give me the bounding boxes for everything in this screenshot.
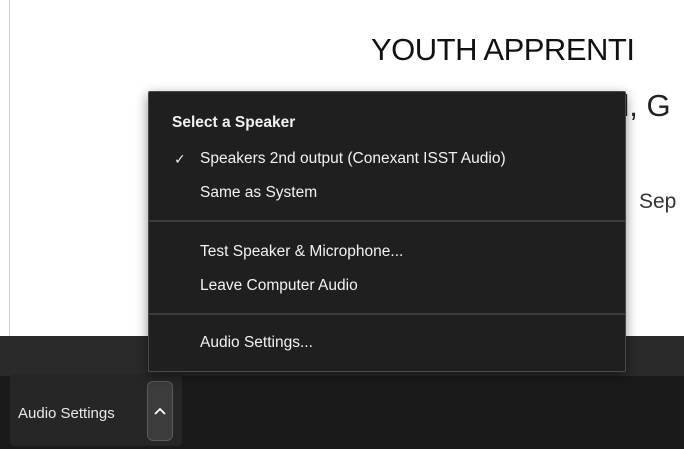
menu-item-label: Speakers 2nd output (Conexant ISST Audio… xyxy=(200,150,506,167)
menu-item-same-as-system[interactable]: Same as System xyxy=(149,179,625,207)
menu-divider xyxy=(149,313,625,315)
menu-item-leave-computer-audio[interactable]: Leave Computer Audio xyxy=(149,272,625,300)
chevron-up-icon xyxy=(154,407,166,415)
slide-title: YOUTH APPRENTI xyxy=(371,32,635,67)
menu-divider xyxy=(149,220,625,222)
menu-item-label: Leave Computer Audio xyxy=(200,277,358,294)
menu-item-label: Same as System xyxy=(200,184,318,201)
audio-control-group: Audio Settings xyxy=(10,374,182,446)
menu-heading: Select a Speaker xyxy=(172,114,296,131)
menu-item-label: Test Speaker & Microphone... xyxy=(200,243,404,260)
slide-date-text: Sep xyxy=(639,190,677,213)
menu-item-test-speaker-microphone[interactable]: Test Speaker & Microphone... xyxy=(149,238,625,266)
speaker-select-menu: Select a Speaker ✓ Speakers 2nd output (… xyxy=(148,91,626,372)
menu-item-speakers-2nd-output[interactable]: ✓ Speakers 2nd output (Conexant ISST Aud… xyxy=(149,145,625,173)
checkmark-icon: ✓ xyxy=(174,150,186,167)
audio-options-button[interactable] xyxy=(147,381,173,441)
menu-item-label: Audio Settings... xyxy=(200,334,313,351)
menu-item-audio-settings[interactable]: Audio Settings... xyxy=(149,329,625,357)
audio-settings-label[interactable]: Audio Settings xyxy=(18,405,115,422)
